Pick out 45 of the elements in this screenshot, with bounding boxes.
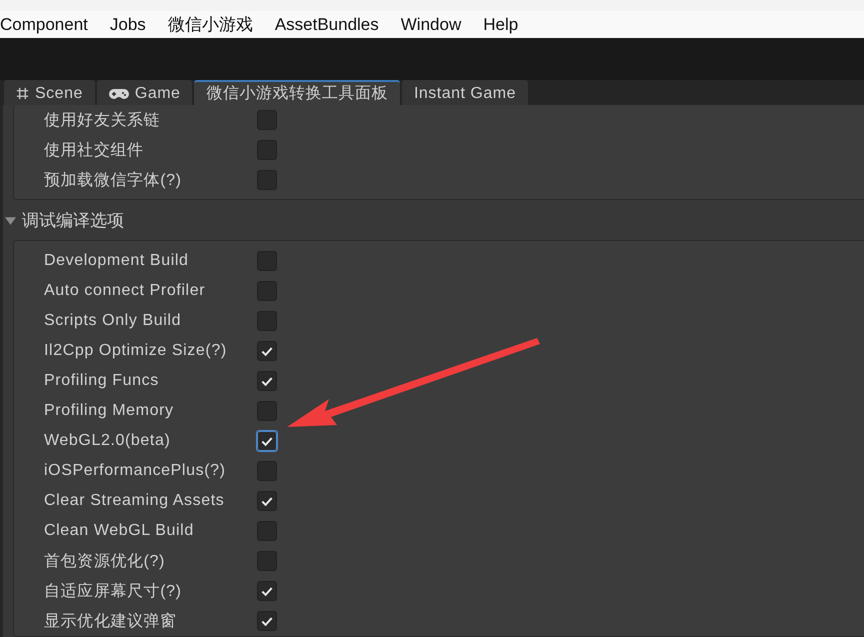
tab[interactable]: 微信小游戏转换工具面板 [194, 80, 400, 105]
checkbox[interactable] [257, 371, 277, 391]
checkbox[interactable] [257, 551, 277, 571]
checkbox[interactable] [257, 581, 277, 601]
option-label: iOSPerformancePlus(?) [43, 462, 227, 480]
tab[interactable]: Game [96, 80, 192, 105]
checkbox[interactable] [257, 110, 277, 130]
menu-item[interactable]: Help [483, 14, 518, 35]
option-label: Clear Streaming Assets [43, 492, 226, 510]
option-label: WebGL2.0(beta) [43, 432, 172, 450]
checkbox[interactable] [257, 251, 277, 271]
grid-icon [16, 87, 29, 100]
option-label: 使用好友关系链 [43, 110, 162, 130]
checkbox[interactable] [257, 611, 277, 631]
tab[interactable]: Instant Game [402, 80, 528, 105]
option-label: 预加载微信字体(?) [43, 170, 183, 190]
option-label: Profiling Funcs [43, 372, 160, 390]
checkbox[interactable] [257, 170, 277, 190]
menu-item[interactable]: Jobs [110, 14, 146, 35]
menu-item[interactable]: Window [400, 14, 462, 35]
checkbox[interactable] [257, 461, 277, 481]
checkbox[interactable] [257, 521, 277, 541]
option-label: Auto connect Profiler [43, 282, 206, 300]
option-label: Clean WebGL Build [43, 522, 195, 540]
option-label: 显示优化建议弹窗 [43, 612, 178, 632]
option-label: Scripts Only Build [43, 312, 182, 330]
menu-item[interactable]: Component [0, 14, 88, 35]
gamepad-icon [108, 88, 129, 100]
checkbox[interactable] [257, 491, 277, 511]
checkbox[interactable] [257, 311, 277, 331]
option-label: Development Build [43, 252, 190, 270]
checkbox[interactable] [257, 401, 277, 421]
checkbox[interactable] [257, 281, 277, 301]
tab[interactable]: Scene [4, 80, 95, 105]
checkbox[interactable] [257, 341, 277, 361]
option-label: Profiling Memory [43, 402, 175, 420]
checkbox[interactable] [257, 140, 277, 160]
option-label: 使用社交组件 [43, 140, 145, 160]
menu-item[interactable]: AssetBundles [274, 14, 379, 35]
option-label: 自适应屏幕尺寸(?) [43, 582, 183, 602]
menu-item[interactable]: 微信小游戏 [168, 13, 253, 36]
foldout-arrow-icon[interactable] [5, 214, 16, 226]
section-title: 调试编译选项 [22, 210, 124, 232]
option-label: Il2Cpp Optimize Size(?) [43, 342, 228, 360]
option-label: 首包资源优化(?) [43, 552, 166, 572]
